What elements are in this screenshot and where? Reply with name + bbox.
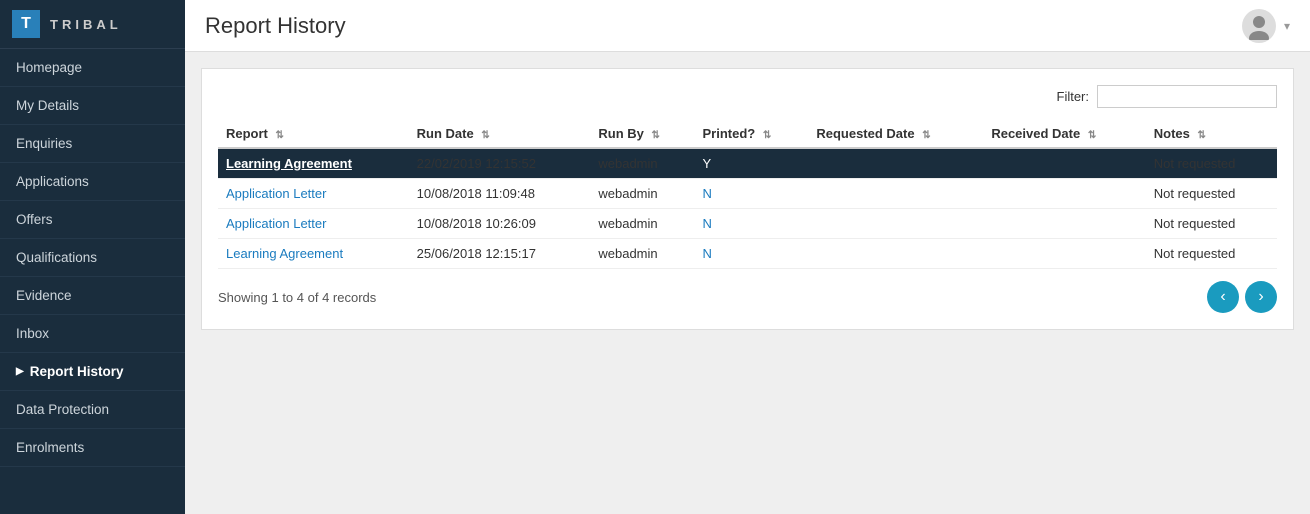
logo-text: TRIBAL xyxy=(50,17,122,32)
cell-run-by: webadmin xyxy=(590,209,694,239)
sort-icon-requested-date[interactable]: ⇅ xyxy=(922,130,930,141)
sort-icon-received-date[interactable]: ⇅ xyxy=(1088,130,1096,141)
cell-requested-date xyxy=(808,179,983,209)
filter-input[interactable] xyxy=(1097,85,1277,108)
cell-requested-date xyxy=(808,209,983,239)
content-area: Filter: Report ⇅ Run Date ⇅ xyxy=(185,52,1310,514)
sidebar-item-label: Report History xyxy=(30,364,124,379)
cell-notes: Not requested xyxy=(1146,209,1277,239)
sidebar-item-label: Qualifications xyxy=(16,250,97,265)
col-run-by: Run By ⇅ xyxy=(590,120,694,148)
next-button[interactable]: › xyxy=(1245,281,1277,313)
table-row[interactable]: Application Letter 10/08/2018 10:26:09web… xyxy=(218,209,1277,239)
sidebar-item-my-details[interactable]: My Details xyxy=(0,87,185,125)
header: Report History ▾ xyxy=(185,0,1310,52)
sidebar-item-homepage[interactable]: Homepage xyxy=(0,49,185,87)
cell-requested-date xyxy=(808,239,983,269)
sidebar-item-offers[interactable]: Offers xyxy=(0,201,185,239)
sidebar-item-evidence[interactable]: Evidence xyxy=(0,277,185,315)
report-history-table: Report ⇅ Run Date ⇅ Run By ⇅ Printed? xyxy=(218,120,1277,269)
col-report: Report ⇅ xyxy=(218,120,409,148)
cell-report: Application Letter xyxy=(218,179,409,209)
avatar[interactable] xyxy=(1242,9,1276,43)
cell-run-by: webadmin xyxy=(590,179,694,209)
cell-run-date: 22/02/2019 12:15:52 xyxy=(409,148,591,179)
sidebar-item-inbox[interactable]: Inbox xyxy=(0,315,185,353)
cell-run-by: webadmin xyxy=(590,148,694,179)
sort-icon-run-date[interactable]: ⇅ xyxy=(481,130,489,141)
sidebar-item-label: Evidence xyxy=(16,288,72,303)
cell-run-date: 25/06/2018 12:15:17 xyxy=(409,239,591,269)
cell-received-date xyxy=(983,148,1145,179)
user-dropdown-arrow[interactable]: ▾ xyxy=(1284,19,1290,33)
cell-run-date: 10/08/2018 11:09:48 xyxy=(409,179,591,209)
sidebar-item-label: Offers xyxy=(16,212,53,227)
report-link[interactable]: Learning Agreement xyxy=(226,246,343,261)
pagination-buttons: ‹ › xyxy=(1207,281,1277,313)
cell-report: Learning Agreement xyxy=(218,239,409,269)
cell-received-date xyxy=(983,179,1145,209)
sidebar-logo: T TRIBAL xyxy=(0,0,185,49)
col-notes: Notes ⇅ xyxy=(1146,120,1277,148)
report-link[interactable]: Learning Agreement xyxy=(226,156,352,171)
cell-requested-date xyxy=(808,148,983,179)
cell-printed: N xyxy=(695,179,809,209)
logo-letter: T xyxy=(21,15,31,33)
filter-row: Filter: xyxy=(218,85,1277,108)
sidebar-item-label: Enrolments xyxy=(16,440,84,455)
sidebar-item-applications[interactable]: Applications xyxy=(0,163,185,201)
cell-report: Learning Agreement xyxy=(218,148,409,179)
sidebar-item-label: Homepage xyxy=(16,60,82,75)
sidebar-item-label: My Details xyxy=(16,98,79,113)
sort-icon-printed[interactable]: ⇅ xyxy=(763,130,771,141)
table-row[interactable]: Learning Agreement 25/06/2018 12:15:17web… xyxy=(218,239,1277,269)
filter-label: Filter: xyxy=(1057,89,1090,104)
logo-box: T xyxy=(12,10,40,38)
sidebar-nav: Homepage My Details Enquiries Applications O… xyxy=(0,49,185,514)
prev-button[interactable]: ‹ xyxy=(1207,281,1239,313)
report-link[interactable]: Application Letter xyxy=(226,216,326,231)
sort-icon-report[interactable]: ⇅ xyxy=(276,130,284,141)
sort-icon-run-by[interactable]: ⇅ xyxy=(652,130,660,141)
col-received-date: Received Date ⇅ xyxy=(983,120,1145,148)
report-history-panel: Filter: Report ⇅ Run Date ⇅ xyxy=(201,68,1294,330)
sidebar-active-arrow: ▶ xyxy=(16,366,24,377)
cell-printed: N xyxy=(695,209,809,239)
page-title: Report History xyxy=(205,13,346,39)
cell-run-date: 10/08/2018 10:26:09 xyxy=(409,209,591,239)
table-row[interactable]: Learning Agreement 22/02/2019 12:15:52web… xyxy=(218,148,1277,179)
sidebar: T TRIBAL Homepage My Details Enquiries Appl… xyxy=(0,0,185,514)
sidebar-item-label: Enquiries xyxy=(16,136,72,151)
table-body: Learning Agreement22/02/2019 12:15:52web… xyxy=(218,148,1277,269)
col-printed: Printed? ⇅ xyxy=(695,120,809,148)
record-info: Showing 1 to 4 of 4 records xyxy=(218,290,376,305)
cell-run-by: webadmin xyxy=(590,239,694,269)
table-row[interactable]: Application Letter 10/08/2018 11:09:48web… xyxy=(218,179,1277,209)
sidebar-item-data-protection[interactable]: Data Protection xyxy=(0,391,185,429)
sidebar-item-label: Data Protection xyxy=(16,402,109,417)
table-header: Report ⇅ Run Date ⇅ Run By ⇅ Printed? xyxy=(218,120,1277,148)
sidebar-item-report-history[interactable]: ▶ Report History xyxy=(0,353,185,391)
sort-icon-notes[interactable]: ⇅ xyxy=(1197,130,1205,141)
sidebar-item-label: Inbox xyxy=(16,326,49,341)
main-area: Report History ▾ Filter: xyxy=(185,0,1310,514)
header-right: ▾ xyxy=(1242,9,1290,43)
cell-notes: Not requested xyxy=(1146,148,1277,179)
pagination-row: Showing 1 to 4 of 4 records ‹ › xyxy=(218,281,1277,313)
cell-printed: N xyxy=(695,239,809,269)
cell-report: Application Letter xyxy=(218,209,409,239)
cell-received-date xyxy=(983,239,1145,269)
cell-notes: Not requested xyxy=(1146,179,1277,209)
report-link[interactable]: Application Letter xyxy=(226,186,326,201)
cell-printed: Y xyxy=(695,148,809,179)
col-run-date: Run Date ⇅ xyxy=(409,120,591,148)
sidebar-item-label: Applications xyxy=(16,174,89,189)
sidebar-item-qualifications[interactable]: Qualifications xyxy=(0,239,185,277)
cell-received-date xyxy=(983,209,1145,239)
col-requested-date: Requested Date ⇅ xyxy=(808,120,983,148)
cell-notes: Not requested xyxy=(1146,239,1277,269)
sidebar-item-enrolments[interactable]: Enrolments xyxy=(0,429,185,467)
sidebar-item-enquiries[interactable]: Enquiries xyxy=(0,125,185,163)
